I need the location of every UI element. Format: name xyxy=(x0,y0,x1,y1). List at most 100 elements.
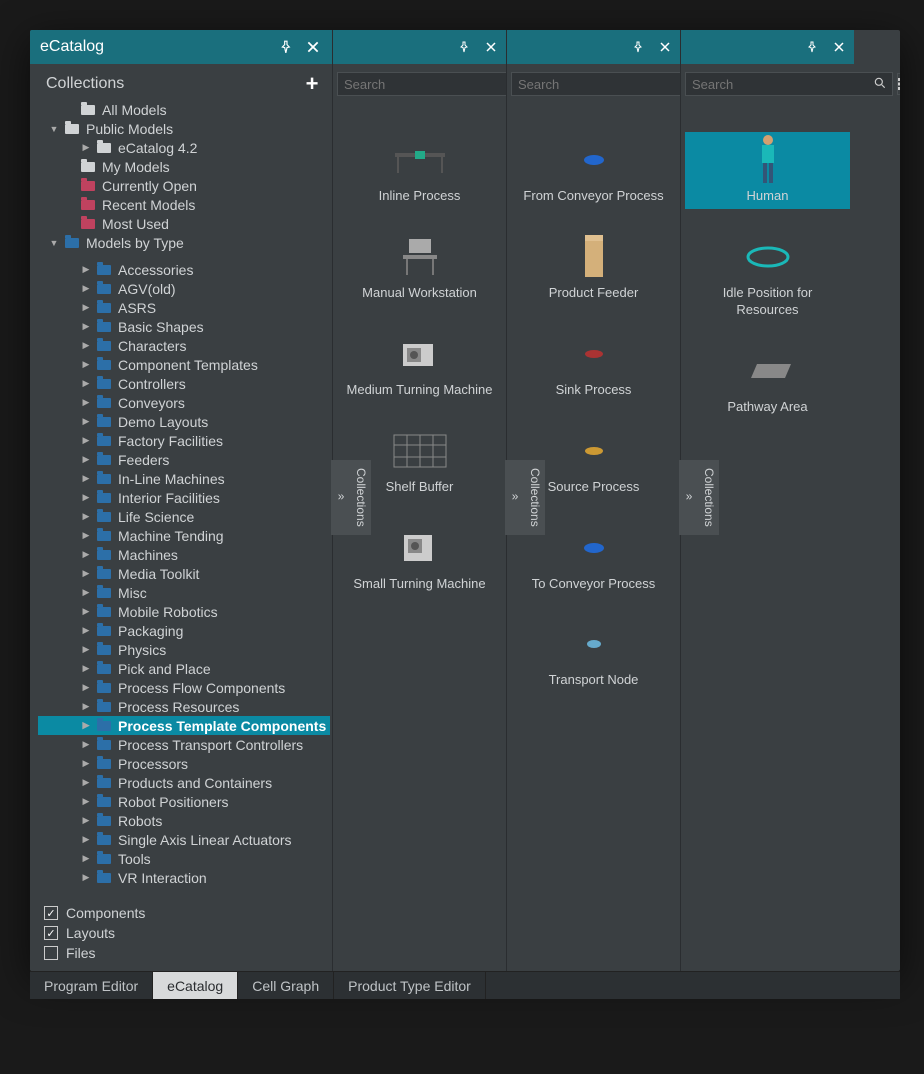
caret-icon[interactable]: ▶ xyxy=(80,530,92,542)
tree-item[interactable]: ▶ASRS xyxy=(38,298,330,317)
tree-item[interactable]: ▶Life Science xyxy=(38,507,330,526)
caret-icon[interactable]: ▶ xyxy=(80,796,92,808)
gallery-item[interactable]: Inline Process xyxy=(337,132,502,209)
caret-icon[interactable]: ▶ xyxy=(80,492,92,504)
caret-icon[interactable]: ▶ xyxy=(80,321,92,333)
tree-item[interactable]: ▶Machine Tending xyxy=(38,526,330,545)
tree-item[interactable]: ▶Misc xyxy=(38,583,330,602)
search-input[interactable] xyxy=(685,72,893,96)
filter-checkbox[interactable]: Layouts xyxy=(44,923,318,943)
caret-icon[interactable]: ▶ xyxy=(80,142,92,154)
tree-item[interactable]: ▶Tools xyxy=(38,849,330,868)
collections-side-tab[interactable]: Collections « xyxy=(505,460,545,535)
caret-icon[interactable]: ▶ xyxy=(80,663,92,675)
caret-icon[interactable] xyxy=(64,161,76,173)
tree-item[interactable]: ▶Accessories xyxy=(38,260,330,279)
caret-icon[interactable]: ▶ xyxy=(80,682,92,694)
collections-side-tab[interactable]: Collections « xyxy=(331,460,371,535)
tree-item[interactable]: Currently Open xyxy=(38,176,330,195)
caret-icon[interactable]: ▶ xyxy=(80,378,92,390)
caret-icon[interactable]: ▶ xyxy=(80,815,92,827)
tree-item[interactable]: ▶Media Toolkit xyxy=(38,564,330,583)
caret-icon[interactable]: ▶ xyxy=(80,264,92,276)
bottom-tab[interactable]: Program Editor xyxy=(30,972,153,999)
filter-checkbox[interactable]: Components xyxy=(44,903,318,923)
tree-item[interactable]: ▶Pick and Place xyxy=(38,659,330,678)
pin-icon[interactable] xyxy=(278,38,296,56)
close-icon[interactable] xyxy=(304,38,322,56)
gallery-item[interactable]: Manual Workstation xyxy=(337,229,502,306)
caret-icon[interactable]: ▶ xyxy=(80,853,92,865)
close-icon[interactable] xyxy=(656,38,674,56)
tree-item[interactable]: ▶Packaging xyxy=(38,621,330,640)
caret-icon[interactable]: ▶ xyxy=(80,302,92,314)
search-icon[interactable] xyxy=(873,76,889,92)
bottom-tab[interactable]: eCatalog xyxy=(153,972,238,999)
caret-icon[interactable]: ▶ xyxy=(80,435,92,447)
caret-icon[interactable]: ▼ xyxy=(48,237,60,249)
caret-icon[interactable] xyxy=(64,199,76,211)
tree-item[interactable]: ▶Robot Positioners xyxy=(38,792,330,811)
gallery-item[interactable]: Sink Process xyxy=(511,326,676,403)
tree-item[interactable]: ▶Process Transport Controllers xyxy=(38,735,330,754)
tree-item[interactable]: ▶Feeders xyxy=(38,450,330,469)
caret-icon[interactable] xyxy=(64,218,76,230)
pin-icon[interactable] xyxy=(630,38,648,56)
caret-icon[interactable]: ▶ xyxy=(80,473,92,485)
tree-item[interactable]: ▶Component Templates xyxy=(38,355,330,374)
close-icon[interactable] xyxy=(830,38,848,56)
caret-icon[interactable]: ▶ xyxy=(80,720,92,732)
tree-item[interactable]: ▼Public Models xyxy=(38,119,330,138)
caret-icon[interactable]: ▶ xyxy=(80,397,92,409)
tree-item[interactable]: ▶Mobile Robotics xyxy=(38,602,330,621)
caret-icon[interactable]: ▶ xyxy=(80,340,92,352)
gallery-item[interactable]: Human xyxy=(685,132,850,209)
tree-item[interactable]: ▶Process Template Components xyxy=(38,716,330,735)
caret-icon[interactable] xyxy=(64,180,76,192)
gallery-item[interactable]: Idle Position for Resources xyxy=(685,229,850,323)
tree-item[interactable]: ▶Basic Shapes xyxy=(38,317,330,336)
tree-item[interactable]: ▶Physics xyxy=(38,640,330,659)
gallery-item[interactable]: Pathway Area xyxy=(685,343,850,420)
caret-icon[interactable] xyxy=(64,104,76,116)
filter-checkbox[interactable]: Files xyxy=(44,943,318,963)
tree-item[interactable]: ▶Controllers xyxy=(38,374,330,393)
tree-item[interactable]: ▶Products and Containers xyxy=(38,773,330,792)
caret-icon[interactable]: ▶ xyxy=(80,454,92,466)
tree-item[interactable]: ▶Characters xyxy=(38,336,330,355)
tree-item[interactable]: ▶Interior Facilities xyxy=(38,488,330,507)
tree-item[interactable]: All Models xyxy=(38,100,330,119)
caret-icon[interactable]: ▶ xyxy=(80,644,92,656)
caret-icon[interactable]: ▼ xyxy=(48,123,60,135)
grid-view-button[interactable] xyxy=(897,73,900,95)
gallery-item[interactable]: Medium Turning Machine xyxy=(337,326,502,403)
tree-item[interactable]: ▶Demo Layouts xyxy=(38,412,330,431)
tree-item[interactable]: ▶Robots xyxy=(38,811,330,830)
collections-side-tab[interactable]: Collections « xyxy=(679,460,719,535)
tree-item[interactable]: ▶Factory Facilities xyxy=(38,431,330,450)
gallery-item[interactable]: Transport Node xyxy=(511,616,676,693)
tree-item[interactable]: ▶In-Line Machines xyxy=(38,469,330,488)
tree-item[interactable]: ▶Processors xyxy=(38,754,330,773)
caret-icon[interactable]: ▶ xyxy=(80,777,92,789)
caret-icon[interactable]: ▶ xyxy=(80,549,92,561)
caret-icon[interactable]: ▶ xyxy=(80,359,92,371)
gallery-item[interactable]: Product Feeder xyxy=(511,229,676,306)
tree-item[interactable]: My Models xyxy=(38,157,330,176)
tree-item[interactable]: Recent Models xyxy=(38,195,330,214)
caret-icon[interactable]: ▶ xyxy=(80,834,92,846)
pin-icon[interactable] xyxy=(456,38,474,56)
tree-item[interactable]: ▶Single Axis Linear Actuators xyxy=(38,830,330,849)
caret-icon[interactable]: ▶ xyxy=(80,416,92,428)
pin-icon[interactable] xyxy=(804,38,822,56)
add-collection-button[interactable]: + xyxy=(302,74,322,94)
collections-tree[interactable]: All Models▼Public Models▶eCatalog 4.2My … xyxy=(30,100,332,895)
gallery-item[interactable]: From Conveyor Process xyxy=(511,132,676,209)
caret-icon[interactable]: ▶ xyxy=(80,606,92,618)
caret-icon[interactable]: ▶ xyxy=(80,872,92,884)
close-icon[interactable] xyxy=(482,38,500,56)
caret-icon[interactable]: ▶ xyxy=(80,739,92,751)
tree-item[interactable]: ▶Process Flow Components xyxy=(38,678,330,697)
tree-item[interactable]: ▶Process Resources xyxy=(38,697,330,716)
bottom-tab[interactable]: Product Type Editor xyxy=(334,972,486,999)
